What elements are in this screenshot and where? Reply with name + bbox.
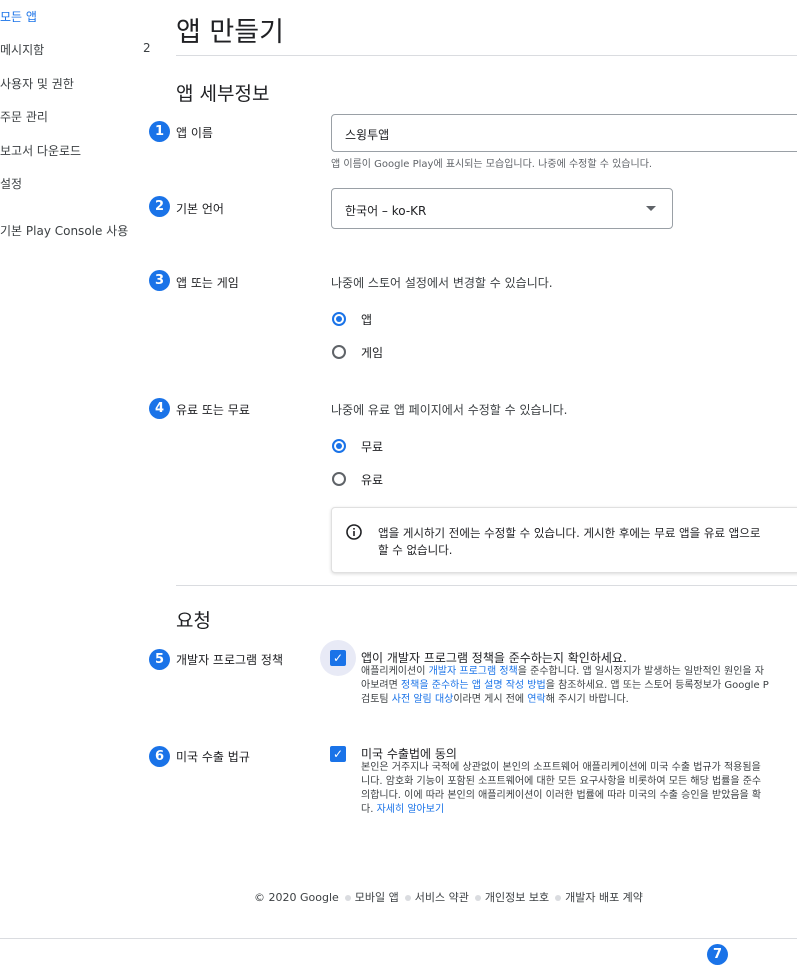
language-select[interactable]: 한국어 – ko-KR xyxy=(331,188,673,229)
radio-paid[interactable] xyxy=(332,472,346,486)
sidebar-item-users-permissions[interactable]: 사용자 및 권한 xyxy=(0,75,74,92)
learn-more-link[interactable]: 자세히 알아보기 xyxy=(377,804,445,815)
policy-checkbox[interactable]: ✓ xyxy=(330,650,346,666)
radio-free-label: 무료 xyxy=(361,440,384,454)
bottom-bar-divider xyxy=(0,938,797,939)
contact-link[interactable]: 연락 xyxy=(527,694,545,705)
export-text-line3: 의합니다. 이에 따라 본인의 애플리케이션이 이러한 법률에 따라 미국의 수… xyxy=(361,790,762,801)
info-text-line1: 앱을 게시하기 전에는 수정할 수 있습니다. 게시한 후에는 무료 앱을 유료… xyxy=(378,526,761,540)
policy-title: 앱이 개발자 프로그램 정책을 준수하는지 확인하세요. xyxy=(361,651,627,665)
export-text-line2: 니다. 암호화 기능이 포함된 소프트웨어에 대한 모든 요구사항을 비롯하여 … xyxy=(361,776,762,787)
sidebar-item-classic-console[interactable]: 기본 Play Console 사용 xyxy=(0,222,128,239)
export-label: 미국 수출 법규 xyxy=(176,750,250,764)
policy-link[interactable]: 개발자 프로그램 정책 xyxy=(429,666,518,677)
radio-paid-label: 유료 xyxy=(361,473,384,487)
app-name-hint: 앱 이름이 Google Play에 표시되는 모습입니다. 나중에 수정할 수… xyxy=(331,159,653,170)
footer-copyright: © 2020 Google xyxy=(254,891,339,904)
footer-link-privacy[interactable]: 개인정보 보호 xyxy=(485,891,549,904)
language-value: 한국어 – ko-KR xyxy=(345,204,427,218)
policy-label: 개발자 프로그램 정책 xyxy=(176,653,283,667)
app-name-value: 스윙투앱 xyxy=(345,128,390,142)
step-badge-3: 3 xyxy=(149,270,170,291)
section-heading-requests: 요청 xyxy=(176,610,211,632)
policy-text-line1: 애플리케이션이 개발자 프로그램 정책을 준수합니다. 앱 일시정지가 발생하는… xyxy=(361,666,764,677)
info-text-line2: 할 수 없습니다. xyxy=(378,543,453,557)
section-heading-app-details: 앱 세부정보 xyxy=(176,83,270,105)
title-divider xyxy=(176,55,797,56)
inbox-count-badge: 2 xyxy=(143,41,151,55)
radio-game-label: 게임 xyxy=(361,346,384,360)
app-name-input[interactable]: 스윙투앱 xyxy=(331,114,797,152)
radio-app-label: 앱 xyxy=(361,313,373,327)
radio-game[interactable] xyxy=(332,345,346,359)
pricing-label: 유료 또는 무료 xyxy=(176,403,250,417)
app-name-label: 앱 이름 xyxy=(176,126,213,140)
radio-app[interactable] xyxy=(332,312,346,326)
footer-link-distribution-agreement[interactable]: 개발자 배포 계약 xyxy=(565,891,643,904)
footer-link-terms[interactable]: 서비스 약관 xyxy=(415,891,469,904)
sidebar-item-all-apps[interactable]: 모든 앱 xyxy=(0,8,37,25)
step-badge-5: 5 xyxy=(149,649,170,670)
radio-free[interactable] xyxy=(332,439,346,453)
sidebar-item-inbox[interactable]: 메시지함 xyxy=(0,41,44,58)
pricing-info-box: 앱을 게시하기 전에는 수정할 수 있습니다. 게시한 후에는 무료 앱을 유료… xyxy=(331,507,797,573)
footer-link-mobile-app[interactable]: 모바일 앱 xyxy=(355,891,399,904)
export-text-line4: 다. 자세히 알아보기 xyxy=(361,804,445,815)
footer: © 2020 Google 모바일 앱 서비스 약관 개인정보 보호 개발자 배포 계약 xyxy=(254,889,643,905)
export-title: 미국 수출법에 동의 xyxy=(361,747,457,761)
language-label: 기본 언어 xyxy=(176,202,224,216)
pricing-desc: 나중에 유료 앱 페이지에서 수정할 수 있습니다. xyxy=(331,403,568,417)
step-badge-6: 6 xyxy=(149,746,170,767)
app-or-game-label: 앱 또는 게임 xyxy=(176,276,239,290)
export-checkbox[interactable]: ✓ xyxy=(330,746,346,762)
app-or-game-desc: 나중에 스토어 설정에서 변경할 수 있습니다. xyxy=(331,276,553,290)
dropdown-arrow-icon xyxy=(646,206,656,211)
pre-notification-link[interactable]: 사전 알림 대상 xyxy=(392,694,454,705)
export-text-line1: 본인은 거주지나 국적에 상관없이 본인의 소프트웨어 애플리케이션에 미국 수… xyxy=(361,762,761,773)
policy-text-line2: 아보려면 정책을 준수하는 앱 설명 작성 방법을 참조하세요. 앱 또는 스토… xyxy=(361,680,769,691)
sidebar-item-order-management[interactable]: 주문 관리 xyxy=(0,108,48,125)
step-badge-7: 7 xyxy=(707,944,728,965)
step-badge-1: 1 xyxy=(149,121,170,142)
section-divider xyxy=(176,585,797,586)
info-icon xyxy=(346,524,362,540)
policy-text-line3: 검토팀 사전 알림 대상이라면 게시 전에 연락해 주시기 바랍니다. xyxy=(361,694,629,705)
step-badge-4: 4 xyxy=(149,398,170,419)
step-badge-2: 2 xyxy=(149,196,170,217)
page-title: 앱 만들기 xyxy=(176,17,284,48)
compliant-description-link[interactable]: 정책을 준수하는 앱 설명 작성 방법 xyxy=(401,680,546,691)
sidebar-item-settings[interactable]: 설정 xyxy=(0,175,22,192)
sidebar-item-download-reports[interactable]: 보고서 다운로드 xyxy=(0,142,81,159)
